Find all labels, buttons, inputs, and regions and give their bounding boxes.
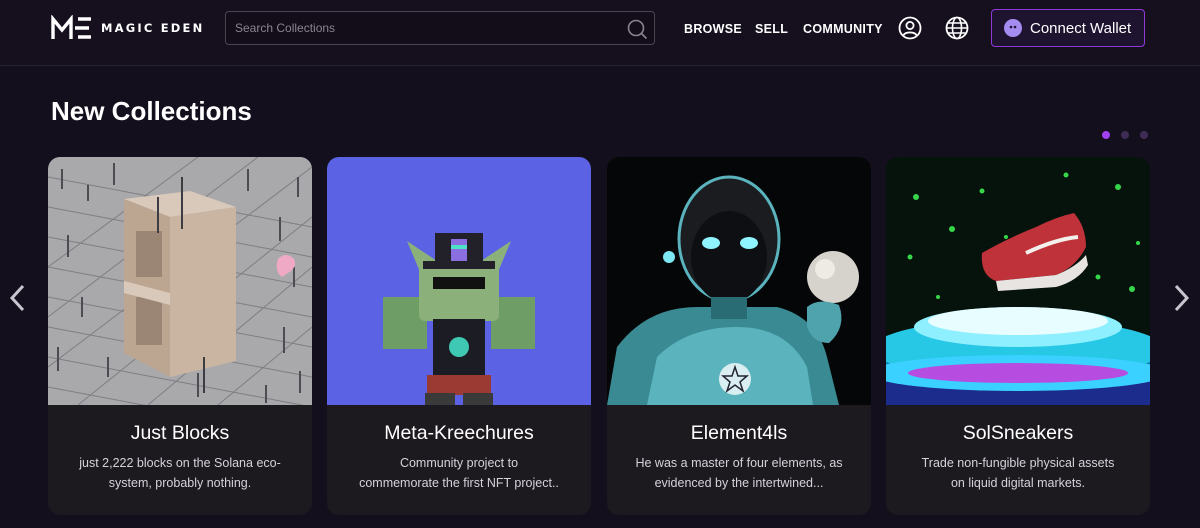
collection-title: SolSneakers [962, 422, 1074, 444]
collection-card-just-blocks[interactable]: Just Blocks just 2,222 blocks on the Sol… [48, 157, 312, 515]
collection-card-solsneakers[interactable]: SolSneakers Trade non-fungible physical … [886, 157, 1150, 515]
collection-title: Meta-Kreechures [384, 422, 534, 444]
brand-name: MAGIC EDEN [101, 21, 205, 35]
nav-community-link[interactable]: COMMUNITY [803, 22, 883, 36]
collection-title: Just Blocks [130, 422, 230, 444]
chevron-right-icon[interactable] [1170, 283, 1192, 313]
collection-image [327, 157, 591, 405]
collection-description: just 2,222 blocks on the Solana eco- sys… [79, 456, 281, 490]
carousel-dot-3[interactable] [1140, 131, 1148, 139]
chevron-left-icon[interactable] [7, 283, 29, 313]
search-input[interactable] [226, 12, 616, 44]
user-circle-icon[interactable] [898, 16, 922, 40]
collection-card-meta-kreechures[interactable]: Meta-Kreechures Community project to com… [327, 157, 591, 515]
collection-image [607, 157, 871, 405]
connect-wallet-button[interactable]: Connect Wallet [991, 9, 1145, 47]
nav-browse-link[interactable]: BROWSE [684, 22, 742, 36]
carousel-pagination [1102, 131, 1148, 139]
collection-image [48, 157, 312, 405]
collection-description: He was a master of four elements, as evi… [635, 456, 843, 490]
section-title: New Collections [51, 96, 252, 126]
collection-description: Community project to commemorate the fir… [359, 456, 559, 490]
connect-wallet-label: Connect Wallet [1030, 19, 1132, 37]
search-icon[interactable] [626, 18, 648, 40]
collection-title: Element4ls [690, 422, 788, 444]
carousel-dot-1[interactable] [1102, 131, 1110, 139]
search-box [225, 11, 655, 45]
wallet-icon [1004, 19, 1022, 37]
globe-icon[interactable] [945, 16, 969, 40]
magic-eden-logo-icon [51, 15, 91, 39]
carousel-dot-2[interactable] [1121, 131, 1129, 139]
collection-card-element4ls[interactable]: Element4ls He was a master of four eleme… [607, 157, 871, 515]
brand-logo[interactable]: MAGIC EDEN [51, 15, 204, 41]
top-nav-bar: MAGIC EDEN BROWSE SELL COMMUNITY Connect… [0, 0, 1200, 66]
nav-sell-link[interactable]: SELL [755, 22, 788, 36]
collection-image [886, 157, 1150, 405]
collection-description: Trade non-fungible physical assets on li… [921, 456, 1115, 490]
